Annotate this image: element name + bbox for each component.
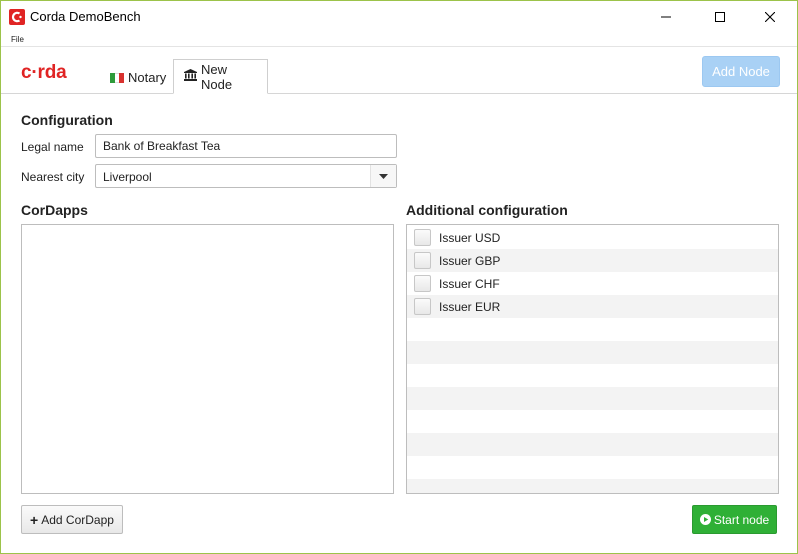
- checkbox-label: Issuer USD: [439, 231, 501, 245]
- configuration-title: Configuration: [21, 112, 113, 128]
- italy-flag-icon: [110, 72, 125, 83]
- corda-logo: c·rda: [21, 62, 67, 83]
- dropdown-arrow[interactable]: [370, 165, 396, 187]
- nearest-city-label: Nearest city: [21, 170, 85, 184]
- legal-name-input[interactable]: [95, 134, 397, 158]
- corda-app-icon: [9, 9, 25, 25]
- tab-label: Notary: [128, 70, 167, 85]
- tab-new-node[interactable]: New Node: [173, 59, 268, 94]
- list-item[interactable]: Issuer GBP: [407, 249, 778, 272]
- nearest-city-value: Liverpool: [103, 170, 152, 184]
- start-node-label: Start node: [713, 512, 770, 527]
- menu-file[interactable]: File: [11, 35, 24, 44]
- list-item[interactable]: Issuer USD: [407, 226, 778, 249]
- close-icon: [765, 12, 775, 22]
- empty-row: [407, 364, 778, 387]
- plus-icon: +: [30, 511, 39, 528]
- tab-label: New Node: [201, 61, 233, 92]
- window-title: Corda DemoBench: [30, 9, 141, 24]
- list-item[interactable]: Issuer EUR: [407, 295, 778, 318]
- add-cordapp-label: Add CorDapp: [41, 512, 114, 527]
- empty-row: [407, 410, 778, 433]
- empty-row: [407, 433, 778, 456]
- add-node-button[interactable]: Add Node: [702, 56, 780, 87]
- legal-name-label: Legal name: [21, 140, 84, 154]
- nearest-city-select[interactable]: Liverpool: [95, 164, 397, 188]
- empty-row: [407, 318, 778, 341]
- title-bar[interactable]: Corda DemoBench: [1, 1, 797, 33]
- additional-configuration-list: Issuer USD Issuer GBP Issuer CHF Issuer …: [406, 224, 779, 494]
- header-bar: c·rda Notary New Node Add Node: [1, 48, 797, 94]
- additional-configuration-title: Additional configuration: [406, 202, 568, 218]
- minimize-button[interactable]: [643, 1, 689, 33]
- checkbox-label: Issuer EUR: [439, 300, 501, 314]
- menu-bar: File: [1, 33, 797, 47]
- app-window: Corda DemoBench File c·rda Notary New No…: [0, 0, 798, 554]
- issuer-gbp-checkbox[interactable]: [414, 252, 431, 269]
- checkbox-label: Issuer GBP: [439, 254, 501, 268]
- cordapps-title: CorDapps: [21, 202, 88, 218]
- checkbox-label: Issuer CHF: [439, 277, 500, 291]
- empty-row: [407, 341, 778, 364]
- empty-row: [407, 456, 778, 479]
- issuer-eur-checkbox[interactable]: [414, 298, 431, 315]
- start-node-button[interactable]: Start node: [692, 505, 777, 534]
- empty-row: [407, 387, 778, 410]
- chevron-down-icon: [379, 173, 388, 179]
- maximize-button[interactable]: [697, 1, 743, 33]
- issuer-usd-checkbox[interactable]: [414, 229, 431, 246]
- list-item[interactable]: Issuer CHF: [407, 272, 778, 295]
- close-button[interactable]: [747, 1, 793, 33]
- empty-row: [407, 479, 778, 493]
- cordapps-list[interactable]: [21, 224, 394, 494]
- bank-icon: [184, 69, 197, 84]
- issuer-chf-checkbox[interactable]: [414, 275, 431, 292]
- play-circle-icon: [699, 514, 711, 525]
- add-cordapp-button[interactable]: + Add CorDapp: [21, 505, 123, 534]
- tab-notary[interactable]: Notary: [100, 61, 176, 94]
